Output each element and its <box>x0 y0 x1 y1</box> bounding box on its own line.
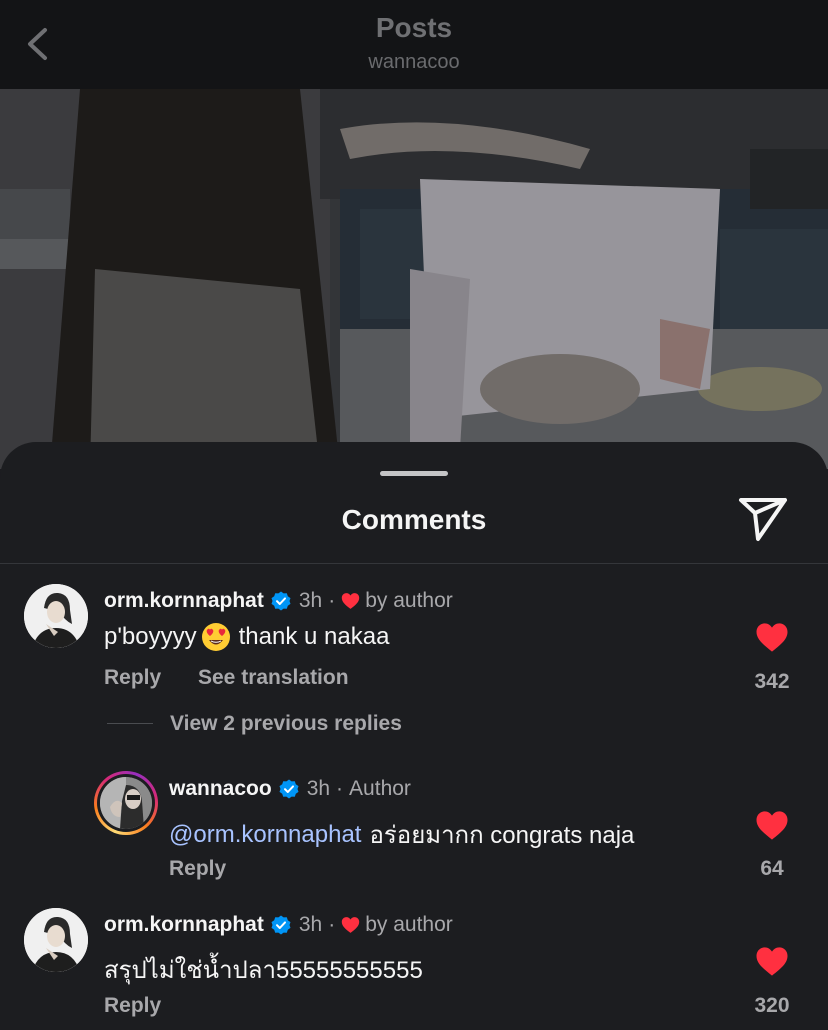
mention-link[interactable]: @orm.kornnaphat <box>169 821 361 849</box>
sheet-divider <box>0 563 828 564</box>
comment-text-start: p'boyyyy <box>104 623 197 650</box>
comment-text-end: thank u nakaa <box>238 623 390 650</box>
comment-username[interactable]: orm.kornnaphat <box>104 913 264 937</box>
liked-by-author-heart-icon <box>342 593 360 609</box>
comment-text: สรุปไม่ใช่น้ำปลา55555555555 <box>104 957 423 984</box>
verified-badge-icon <box>279 779 299 799</box>
page-subtitle: wannacoo <box>368 51 460 73</box>
by-author-tag: by author <box>365 913 453 936</box>
meta-separator: · <box>328 589 336 612</box>
meta-separator: · <box>336 777 344 800</box>
like-heart-icon[interactable] <box>755 810 789 841</box>
reply-button[interactable]: Reply <box>169 857 226 881</box>
avatar <box>100 777 152 829</box>
see-translation-button[interactable]: See translation <box>198 666 349 690</box>
avatar[interactable] <box>24 584 88 648</box>
comments-title: Comments <box>341 504 487 535</box>
replies-line <box>107 723 153 724</box>
like-heart-icon[interactable] <box>755 946 789 977</box>
like-count: 342 <box>754 670 790 693</box>
comment-text: p'boyyyy thank u nakaa <box>104 622 389 652</box>
comment-username[interactable]: wannacoo <box>169 777 272 801</box>
comment-text-body: อร่อยมากก congrats naja <box>369 822 635 849</box>
avatar-story-ring[interactable] <box>94 771 158 835</box>
comment-text: @orm.kornnaphat อร่อยมากก congrats naja <box>169 815 634 854</box>
page-title: Posts <box>375 12 453 43</box>
like-heart-icon[interactable] <box>755 622 789 653</box>
share-icon[interactable] <box>736 494 790 544</box>
reply-button[interactable]: Reply <box>104 994 161 1018</box>
by-author-tag: by author <box>365 589 453 612</box>
comment-meta: wannacoo 3h · Author <box>169 777 411 801</box>
like-count: 64 <box>760 857 784 880</box>
top-bar: Posts wannacoo <box>0 0 828 89</box>
verified-badge-icon <box>271 915 291 935</box>
post-photo[interactable] <box>0 89 828 469</box>
comment-meta: orm.kornnaphat 3h · by author <box>104 913 453 937</box>
comment-time: 3h <box>298 589 323 612</box>
like-count: 320 <box>754 994 790 1017</box>
view-previous-replies-button[interactable]: View 2 previous replies <box>170 712 402 736</box>
author-tag: Author <box>349 777 411 800</box>
comment-time: 3h <box>298 913 323 936</box>
comment-time: 3h <box>306 777 331 800</box>
sheet-grabber[interactable] <box>380 471 448 476</box>
reply-button[interactable]: Reply <box>104 666 161 690</box>
comment-username[interactable]: orm.kornnaphat <box>104 589 264 613</box>
comments-sheet: Comments <box>0 442 828 1030</box>
meta-separator: · <box>328 913 336 936</box>
verified-badge-icon <box>271 591 291 611</box>
comment-meta: orm.kornnaphat 3h · by author <box>104 589 453 613</box>
liked-by-author-heart-icon <box>342 917 360 933</box>
heart-eyes-emoji-icon <box>201 623 230 651</box>
avatar[interactable] <box>24 908 88 972</box>
